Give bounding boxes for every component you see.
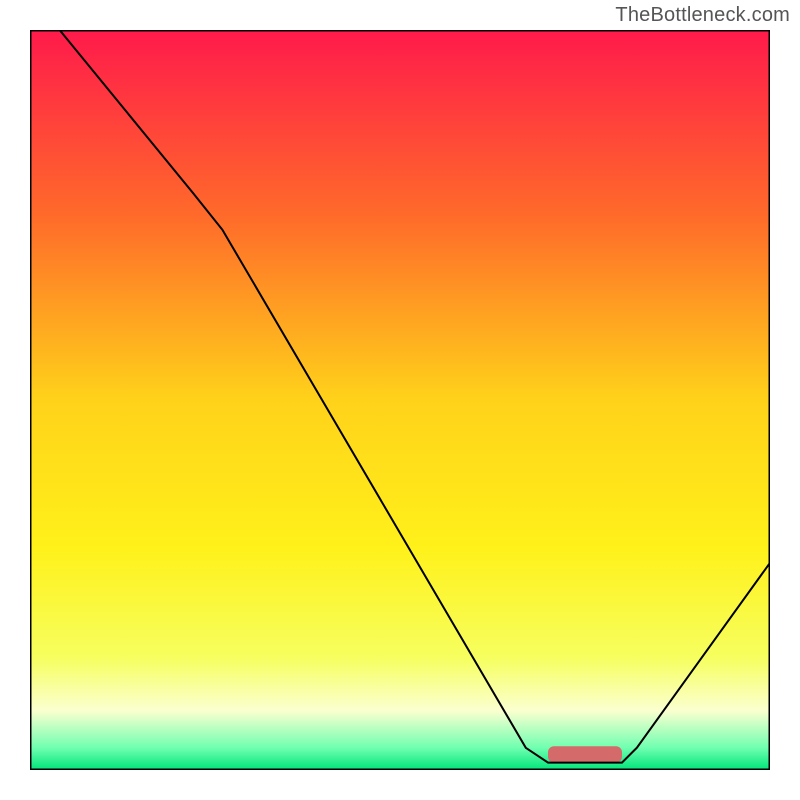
chart-plot-area bbox=[30, 30, 770, 770]
optimal-marker bbox=[548, 746, 622, 762]
gradient-background bbox=[30, 30, 770, 770]
attribution-watermark: TheBottleneck.com bbox=[615, 4, 790, 27]
chart-svg bbox=[30, 30, 770, 770]
chart-container: TheBottleneck.com bbox=[0, 0, 800, 800]
